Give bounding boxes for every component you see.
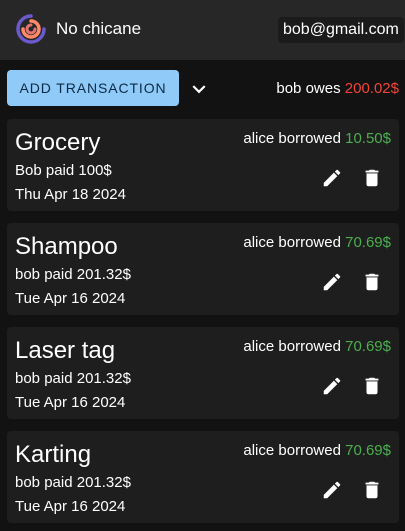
edit-pencil-icon[interactable] bbox=[321, 271, 343, 293]
edit-pencil-icon[interactable] bbox=[321, 479, 343, 501]
transaction-title: Grocery bbox=[15, 129, 101, 156]
transaction-title: Karting bbox=[15, 441, 92, 468]
transaction-card[interactable]: Grocery Bob paid 100$ Thu Apr 18 2024 al… bbox=[7, 119, 399, 211]
delete-trash-icon[interactable] bbox=[361, 374, 383, 398]
logo-swirl-icon bbox=[16, 14, 46, 44]
transaction-date: Tue Apr 16 2024 bbox=[15, 498, 126, 515]
transaction-paid: bob paid 201.32$ bbox=[15, 370, 131, 387]
borrowed-label: alice borrowed bbox=[243, 234, 341, 251]
borrowed-amount: 70.69$ bbox=[345, 442, 391, 459]
transaction-paid: bob paid 201.32$ bbox=[15, 266, 131, 283]
add-transaction-button[interactable]: ADD TRANSACTION bbox=[7, 70, 179, 106]
transaction-borrowed: alice borrowed 70.69$ bbox=[243, 234, 391, 251]
borrowed-amount: 10.50$ bbox=[345, 130, 391, 147]
delete-trash-icon[interactable] bbox=[361, 270, 383, 294]
borrowed-amount: 70.69$ bbox=[345, 234, 391, 251]
borrowed-label: alice borrowed bbox=[243, 442, 341, 459]
transaction-borrowed: alice borrowed 10.50$ bbox=[243, 130, 391, 147]
edit-pencil-icon[interactable] bbox=[321, 375, 343, 397]
balance-summary: bob owes 200.02$ bbox=[276, 80, 399, 97]
delete-trash-icon[interactable] bbox=[361, 478, 383, 502]
borrowed-label: alice borrowed bbox=[243, 130, 341, 147]
transaction-card[interactable]: Karting bob paid 201.32$ Tue Apr 16 2024… bbox=[7, 431, 399, 523]
transaction-card[interactable]: Shampoo bob paid 201.32$ Tue Apr 16 2024… bbox=[7, 223, 399, 315]
transaction-date: Tue Apr 16 2024 bbox=[15, 290, 126, 307]
transaction-card[interactable]: Laser tag bob paid 201.32$ Tue Apr 16 20… bbox=[7, 327, 399, 419]
app-bar: No chicane bob@gmail.com bbox=[0, 0, 405, 60]
chevron-down-icon[interactable] bbox=[186, 76, 212, 102]
transaction-date: Thu Apr 18 2024 bbox=[15, 186, 126, 203]
edit-pencil-icon[interactable] bbox=[321, 167, 343, 189]
owes-label: bob owes bbox=[276, 80, 341, 97]
delete-trash-icon[interactable] bbox=[361, 166, 383, 190]
transaction-borrowed: alice borrowed 70.69$ bbox=[243, 338, 391, 355]
toolbar: ADD TRANSACTION bob owes 200.02$ bbox=[0, 60, 405, 116]
user-email[interactable]: bob@gmail.com bbox=[278, 17, 404, 43]
borrowed-amount: 70.69$ bbox=[345, 338, 391, 355]
app-title: No chicane bbox=[56, 19, 142, 38]
transaction-date: Tue Apr 16 2024 bbox=[15, 394, 126, 411]
owes-amount: 200.02$ bbox=[344, 80, 399, 97]
transaction-title: Shampoo bbox=[15, 233, 118, 260]
transaction-title: Laser tag bbox=[15, 337, 116, 364]
borrowed-label: alice borrowed bbox=[243, 338, 341, 355]
transaction-borrowed: alice borrowed 70.69$ bbox=[243, 442, 391, 459]
transaction-paid: Bob paid 100$ bbox=[15, 162, 112, 179]
transaction-paid: bob paid 201.32$ bbox=[15, 474, 131, 491]
